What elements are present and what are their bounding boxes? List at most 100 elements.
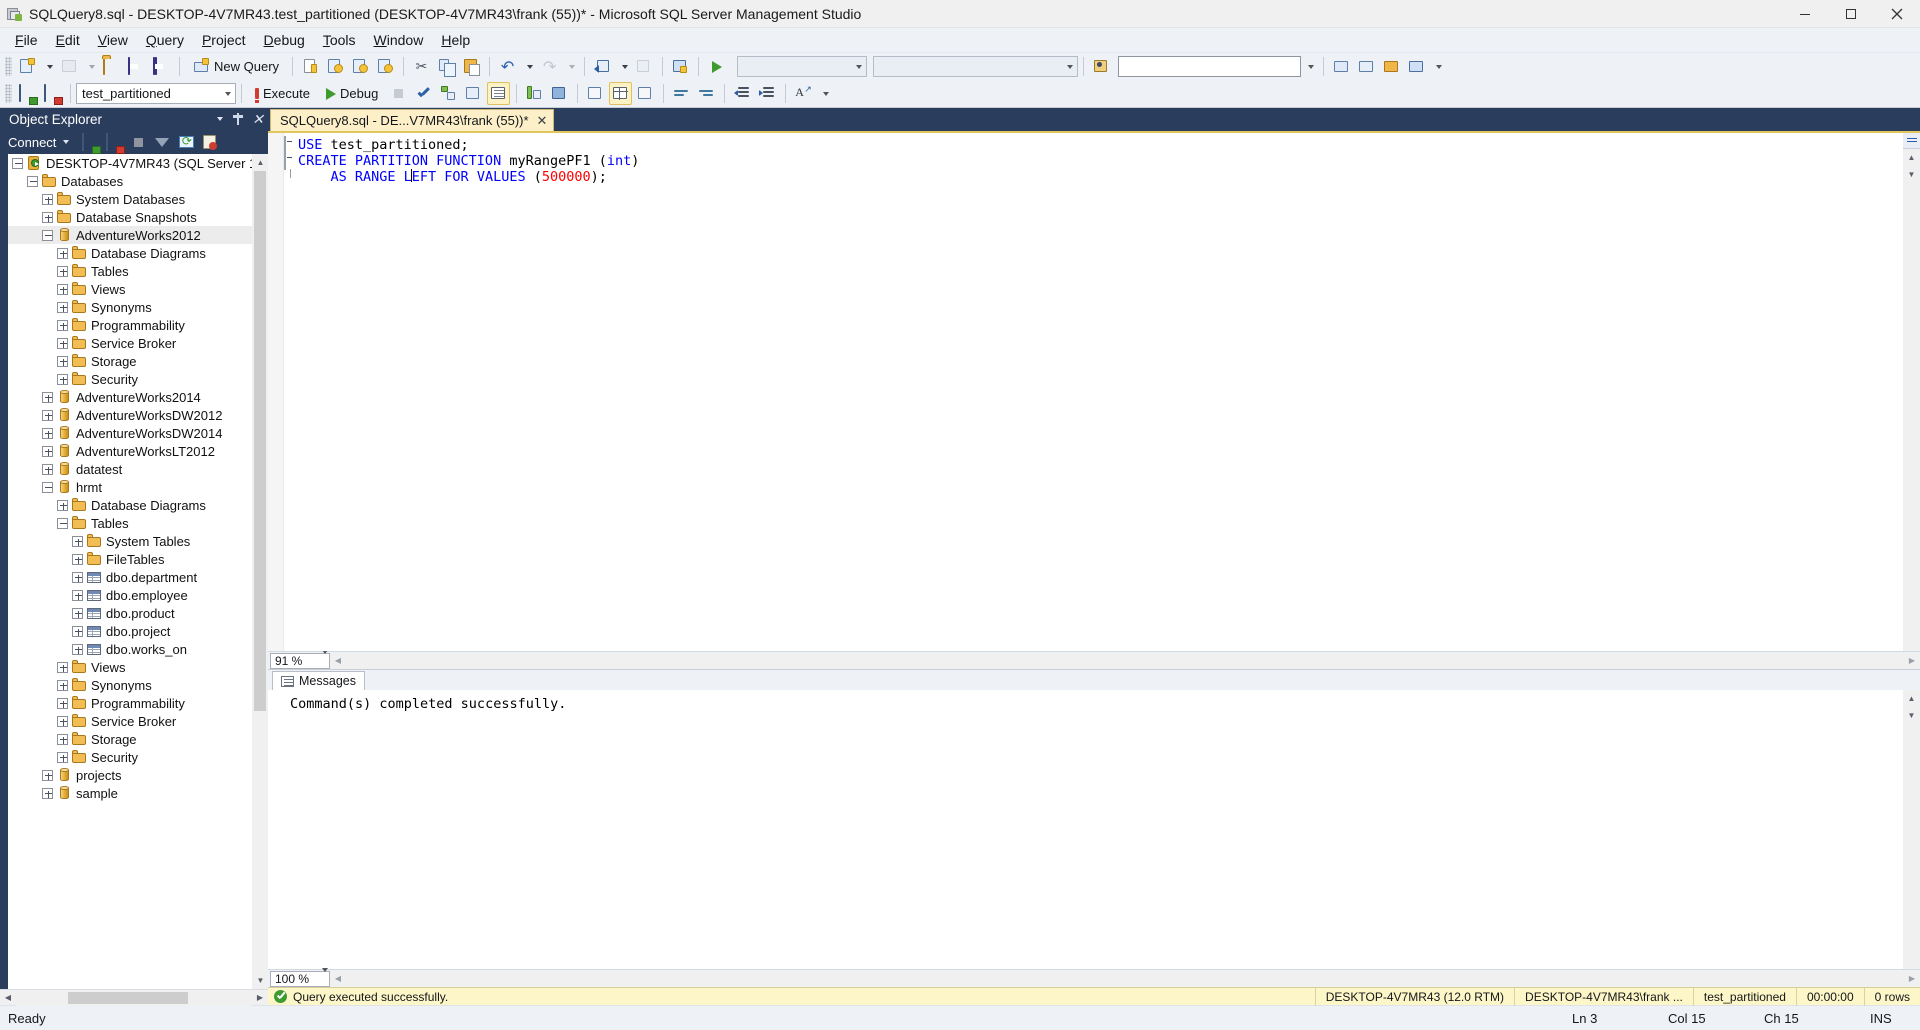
tree-expander[interactable]	[42, 482, 53, 493]
solution-combo[interactable]	[737, 56, 867, 77]
scroll-right-arrow[interactable]: ▶	[1904, 971, 1920, 987]
tree-node[interactable]: System Tables	[8, 532, 252, 550]
redo-button[interactable]: ↷	[538, 55, 561, 78]
scroll-right-arrow[interactable]: ▶	[252, 990, 268, 1006]
project-combo[interactable]	[873, 56, 1078, 77]
editor-vertical-scrollbar[interactable]: ▲ ▼	[1903, 133, 1920, 651]
tree-expander[interactable]	[57, 356, 68, 367]
navigate-backward-button[interactable]	[591, 55, 614, 78]
parse-button[interactable]	[412, 82, 435, 105]
tree-expander[interactable]	[72, 626, 83, 637]
tree-expander[interactable]	[72, 536, 83, 547]
tree-node[interactable]: Security	[8, 748, 252, 766]
code-line[interactable]: USE test_partitioned;	[298, 137, 1903, 153]
tree-expander[interactable]	[57, 518, 68, 529]
tree-node[interactable]: System Databases	[8, 190, 252, 208]
tree-node[interactable]: Security	[8, 370, 252, 388]
tree-expander[interactable]	[42, 392, 53, 403]
maximize-restore-button[interactable]	[1828, 0, 1874, 28]
cut-button[interactable]: ✂	[410, 55, 433, 78]
menu-query[interactable]: Query	[137, 29, 193, 51]
tree-expander[interactable]	[42, 230, 53, 241]
decrease-indent-button[interactable]	[731, 82, 754, 105]
scroll-left-arrow[interactable]: ◀	[330, 971, 346, 987]
tree-node[interactable]: Programmability	[8, 316, 252, 334]
tree-node[interactable]: Views	[8, 658, 252, 676]
tree-expander[interactable]	[42, 446, 53, 457]
tree-node[interactable]: dbo.employee	[8, 586, 252, 604]
tree-node[interactable]: Synonyms	[8, 298, 252, 316]
tree-node[interactable]: Tables	[8, 514, 252, 532]
menu-debug[interactable]: Debug	[255, 29, 314, 51]
split-editor-button[interactable]	[1903, 133, 1920, 149]
indicator-margin[interactable]	[268, 133, 284, 651]
close-panel-button[interactable]: ✕	[248, 112, 268, 126]
tree-node[interactable]: dbo.works_on	[8, 640, 252, 658]
filter-button[interactable]	[151, 132, 173, 152]
code-line[interactable]: CREATE PARTITION FUNCTION myRangePF1 (in…	[298, 153, 1903, 169]
tree-vscroll-thumb[interactable]	[254, 171, 266, 711]
tree-expander[interactable]	[42, 464, 53, 475]
database-combo[interactable]: test_partitioned	[76, 83, 236, 104]
script-error-button[interactable]	[199, 132, 221, 152]
save-all-button[interactable]	[150, 55, 173, 78]
tree-expander[interactable]	[42, 770, 53, 781]
menu-window[interactable]: Window	[365, 29, 433, 51]
scroll-up-arrow[interactable]: ▲	[1903, 149, 1920, 166]
minimize-button[interactable]	[1782, 0, 1828, 28]
tree-expander[interactable]	[57, 320, 68, 331]
toolbar-extra-2-button[interactable]	[1355, 55, 1378, 78]
tree-expander[interactable]	[57, 716, 68, 727]
messages-vertical-scrollbar[interactable]: ▲ ▼	[1903, 690, 1920, 969]
scroll-left-arrow[interactable]: ◀	[0, 990, 16, 1006]
scroll-up-arrow[interactable]: ▲	[1903, 690, 1920, 707]
toolbar-extra-4-button[interactable]	[1405, 55, 1428, 78]
tree-expander[interactable]	[42, 212, 53, 223]
specify-template-values-button[interactable]: A ↗	[792, 82, 815, 105]
tree-expander[interactable]	[57, 698, 68, 709]
tree-expander[interactable]	[42, 428, 53, 439]
results-to-text-2-button[interactable]	[584, 82, 607, 105]
results-to-grid-button[interactable]	[609, 82, 632, 105]
tree-expander[interactable]	[12, 158, 23, 169]
tree-node[interactable]: Service Broker	[8, 334, 252, 352]
tree-node[interactable]: Service Broker	[8, 712, 252, 730]
tree-expander[interactable]	[57, 284, 68, 295]
tab-messages[interactable]: Messages	[272, 671, 365, 690]
tree-node[interactable]: Database Diagrams	[8, 496, 252, 514]
scroll-left-arrow[interactable]: ◀	[330, 653, 346, 669]
tree-expander[interactable]	[57, 734, 68, 745]
scroll-up-arrow[interactable]: ▲	[252, 154, 269, 171]
code-text-area[interactable]: USE test_partitioned;CREATE PARTITION FU…	[298, 133, 1903, 651]
include-client-statistics-button[interactable]	[548, 82, 571, 105]
new-analysis-dmx-query-button[interactable]	[349, 55, 372, 78]
tree-node[interactable]: AdventureWorksDW2014	[8, 424, 252, 442]
new-query-dropdown-button[interactable]	[41, 55, 56, 78]
tree-node[interactable]: Database Diagrams	[8, 244, 252, 262]
tree-expander[interactable]	[42, 788, 53, 799]
panel-menu-button[interactable]	[208, 117, 228, 121]
menu-view[interactable]: View	[89, 29, 137, 51]
tree-scroll-region[interactable]: DESKTOP-4V7MR43 (SQL Server 12.0.Databas…	[8, 154, 252, 989]
hscroll-thumb[interactable]	[68, 992, 188, 1004]
object-explorer-tree[interactable]: DESKTOP-4V7MR43 (SQL Server 12.0.Databas…	[8, 154, 252, 989]
menu-edit[interactable]: Edit	[47, 29, 89, 51]
navigate-forward-button[interactable]	[633, 55, 656, 78]
menu-project[interactable]: Project	[193, 29, 255, 51]
menu-help[interactable]: Help	[432, 29, 479, 51]
messages-text[interactable]: Command(s) completed successfully.	[268, 690, 1903, 969]
tree-expander[interactable]	[72, 608, 83, 619]
tree-expander[interactable]	[27, 176, 38, 187]
tree-expander[interactable]	[72, 644, 83, 655]
toolbar-grip[interactable]	[5, 84, 12, 103]
tree-node[interactable]: hrmt	[8, 478, 252, 496]
new-query-button[interactable]	[16, 55, 39, 78]
execute-button[interactable]: Execute	[248, 82, 317, 105]
toolbar-extra-1-button[interactable]	[1330, 55, 1353, 78]
include-actual-plan-button[interactable]	[523, 82, 546, 105]
menu-tools[interactable]: Tools	[314, 29, 365, 51]
show-diagram-button[interactable]	[669, 55, 692, 78]
menu-file[interactable]: File	[6, 29, 47, 51]
tree-node[interactable]: dbo.department	[8, 568, 252, 586]
tree-expander[interactable]	[57, 680, 68, 691]
